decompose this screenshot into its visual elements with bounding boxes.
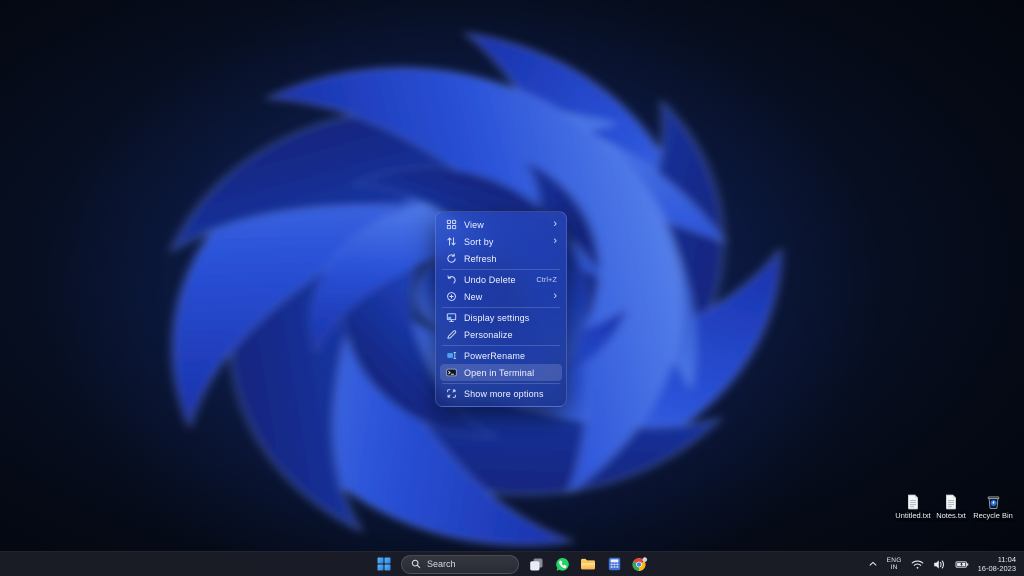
desktop-icon-notes[interactable]: Notes.txt	[928, 494, 974, 520]
menu-item-refresh[interactable]: Refresh	[440, 250, 562, 267]
submenu-chevron-icon: ›	[553, 217, 557, 230]
menu-item-new[interactable]: New ›	[440, 288, 562, 305]
task-view-button[interactable]	[524, 553, 548, 575]
recycle-bin-icon	[987, 496, 999, 510]
text-file-icon	[908, 494, 918, 510]
terminal-icon	[445, 367, 457, 379]
profile-badge	[642, 556, 648, 562]
sort-arrows-icon	[445, 236, 457, 248]
menu-separator	[442, 344, 560, 346]
menu-shortcut: Ctrl+Z	[536, 275, 557, 284]
search-label: Search	[427, 559, 456, 569]
menu-separator	[442, 382, 560, 384]
file-explorer-button[interactable]	[576, 553, 600, 575]
menu-item-personalize[interactable]: Personalize	[440, 326, 562, 343]
start-button[interactable]	[372, 553, 396, 575]
network-button[interactable]	[909, 553, 926, 575]
clock[interactable]: 11:04 16-08-2023	[976, 553, 1020, 575]
undo-icon	[445, 274, 457, 286]
desktop-context-menu: View › Sort by › Refresh Undo Delete Ctr…	[435, 211, 567, 407]
tray-date: 16-08-2023	[977, 564, 1016, 573]
menu-separator	[442, 268, 560, 270]
calculator-button[interactable]	[602, 553, 626, 575]
chrome-button[interactable]	[628, 553, 652, 575]
wifi-icon	[911, 560, 923, 569]
task-view-icon	[529, 558, 542, 570]
desktop-icon-recycle-bin[interactable]: Recycle Bin	[970, 494, 1016, 520]
whatsapp-icon	[555, 557, 569, 571]
submenu-chevron-icon: ›	[553, 289, 557, 302]
language-indicator[interactable]: ENG IN	[885, 553, 904, 575]
menu-item-undo-delete[interactable]: Undo Delete Ctrl+Z	[440, 271, 562, 288]
menu-item-powerrename[interactable]: PowerRename	[440, 347, 562, 364]
system-tray: ENG IN 11:04 16-08-2023	[866, 552, 1020, 576]
taskbar: Search ENG IN 11:04 16-08-2023	[0, 551, 1024, 576]
windows-logo-icon	[377, 557, 391, 571]
chrome-icon	[632, 556, 648, 571]
whatsapp-button[interactable]	[550, 553, 574, 575]
search-box[interactable]: Search	[401, 554, 519, 574]
taskbar-center-group: Search	[372, 553, 652, 575]
desktop-icon-label: Notes.txt	[936, 511, 966, 520]
tray-time: 11:04	[997, 555, 1016, 564]
volume-button[interactable]	[931, 553, 948, 575]
grid-view-icon	[445, 219, 457, 231]
menu-item-sort-by[interactable]: Sort by ›	[440, 233, 562, 250]
desktop: Untitled.txt Notes.txt Recycle Bin View	[0, 0, 1024, 576]
desktop-icon-label: Untitled.txt	[895, 511, 931, 520]
submenu-chevron-icon: ›	[553, 234, 557, 247]
calculator-icon	[608, 557, 620, 571]
battery-icon	[955, 560, 968, 568]
menu-item-display-settings[interactable]: Display settings	[440, 309, 562, 326]
menu-item-open-in-terminal[interactable]: Open in Terminal	[440, 364, 562, 381]
menu-item-show-more-options[interactable]: Show more options	[440, 385, 562, 402]
menu-item-view[interactable]: View ›	[440, 216, 562, 233]
text-file-icon	[946, 494, 956, 510]
menu-separator	[442, 306, 560, 308]
desktop-icon-label: Recycle Bin	[973, 511, 1013, 520]
display-icon	[445, 312, 457, 324]
folder-icon	[581, 558, 595, 570]
search-icon	[411, 559, 421, 569]
powerrename-icon	[445, 350, 457, 362]
chevron-up-icon	[869, 561, 877, 566]
new-circle-plus-icon	[445, 291, 457, 303]
battery-button[interactable]	[953, 553, 971, 575]
hidden-icons-button[interactable]	[866, 553, 880, 575]
volume-icon	[933, 559, 944, 569]
refresh-icon	[445, 253, 457, 265]
personalize-brush-icon	[445, 329, 457, 341]
show-more-icon	[445, 388, 457, 400]
